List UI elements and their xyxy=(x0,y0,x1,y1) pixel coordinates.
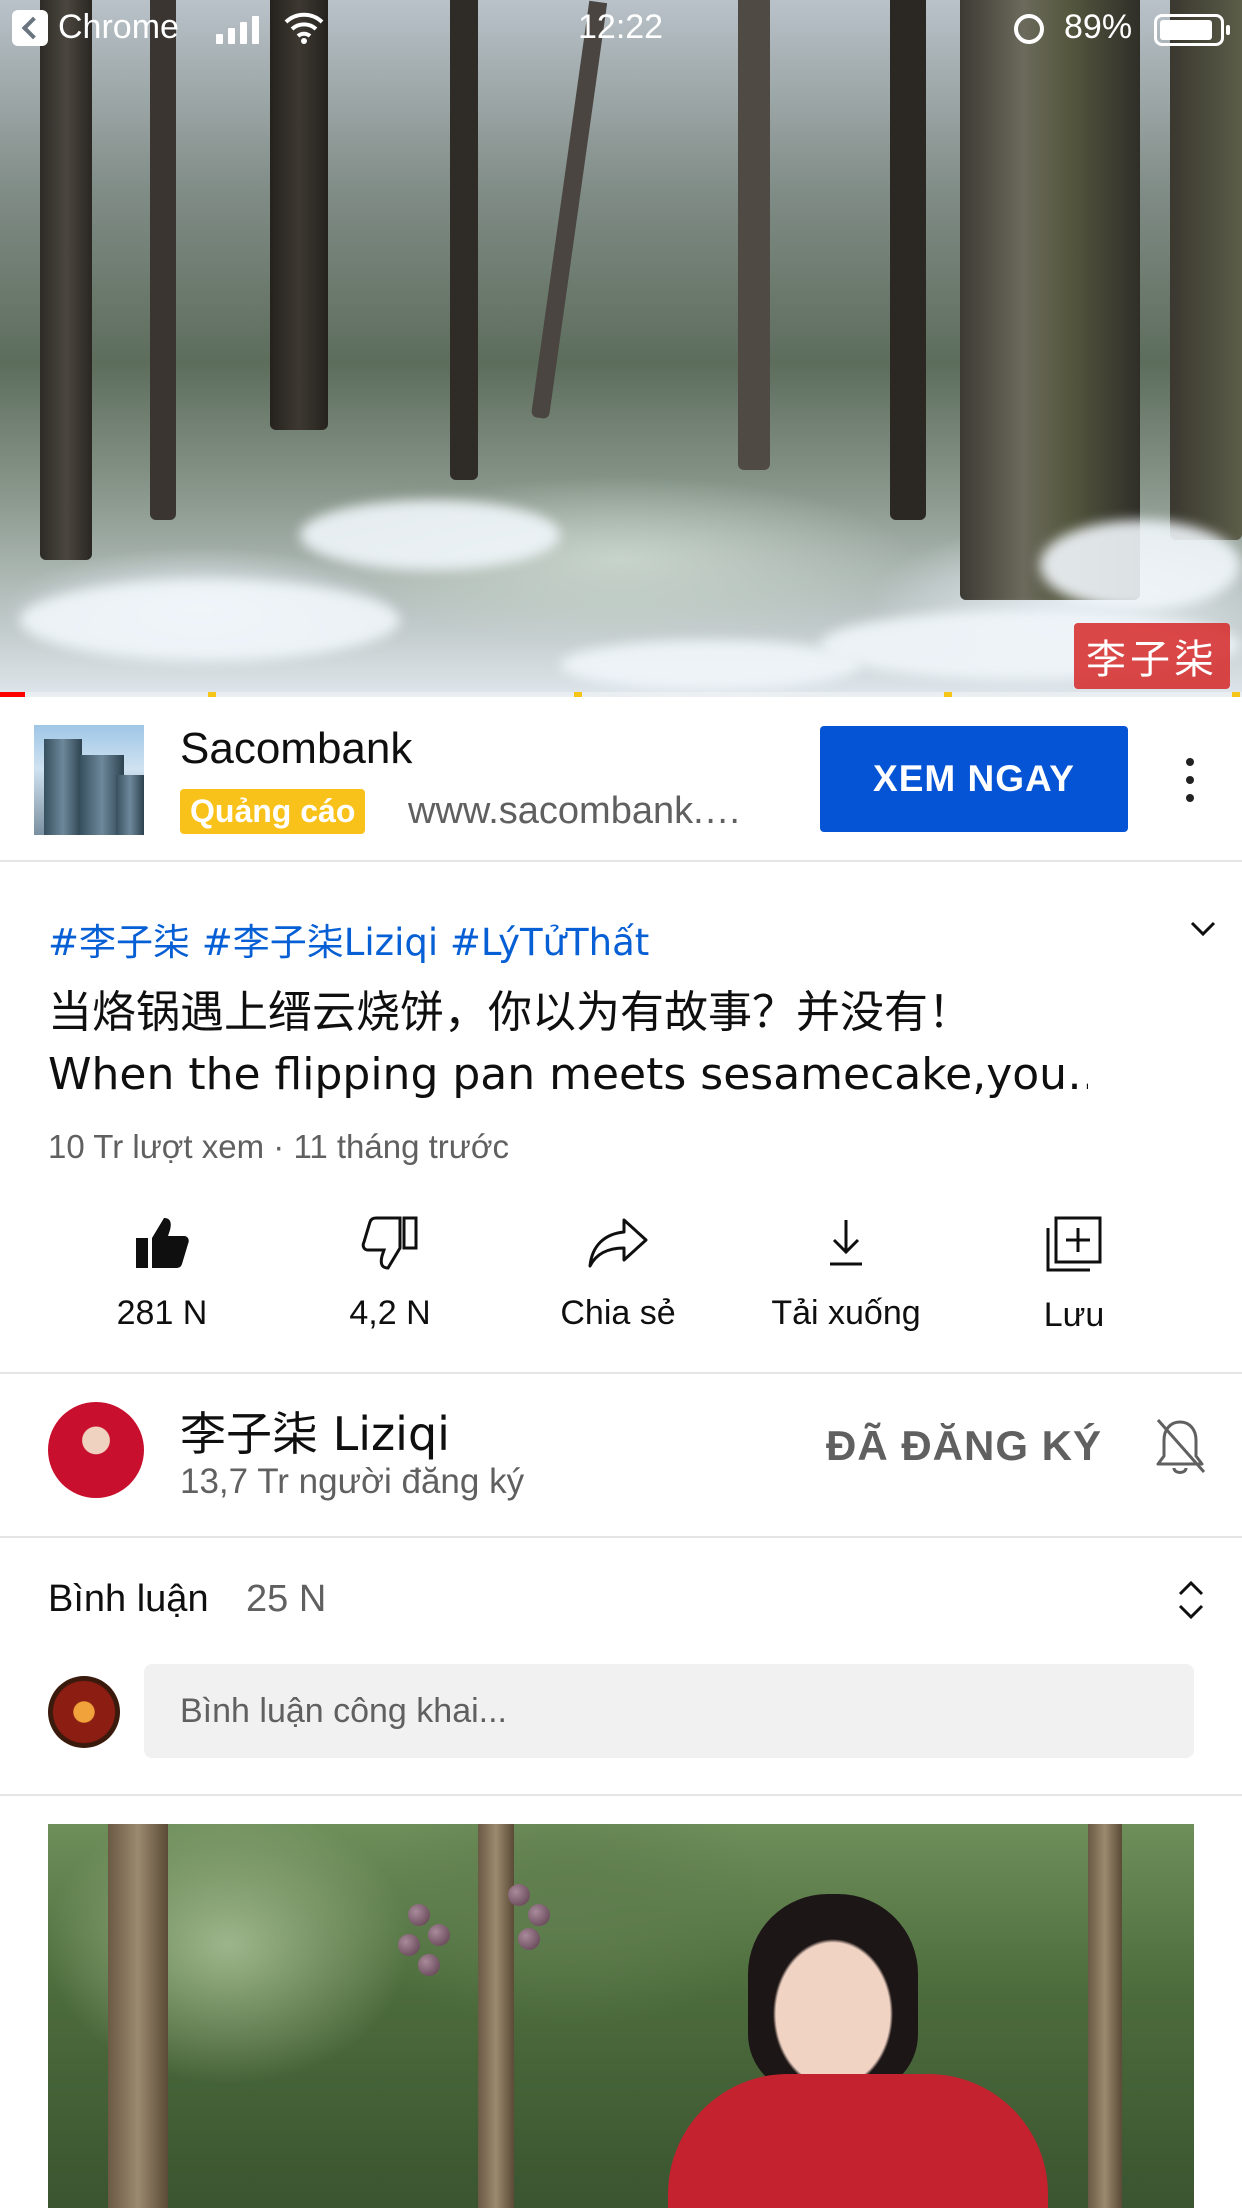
video-progress-fill xyxy=(0,692,25,697)
share-icon xyxy=(588,1218,648,1268)
video-frame-tree xyxy=(890,0,926,520)
comments-title: Bình luận xyxy=(48,1578,209,1620)
video-hashtags[interactable]: #李子柒 #李子柒Liziqi #LýTửThất xyxy=(48,912,649,966)
thumbnail-scenery xyxy=(478,1824,514,2208)
comments-section[interactable]: Bình luận 25 N xyxy=(0,1540,1242,1796)
dislike-button[interactable]: 4,2 N xyxy=(280,1214,500,1333)
video-frame-tree xyxy=(40,0,92,560)
video-player[interactable]: 李子柒 xyxy=(0,0,1242,697)
video-frame-snow xyxy=(1040,520,1240,610)
thumbnail-scenery xyxy=(1088,1824,1122,2208)
video-frame-tree xyxy=(1170,0,1242,540)
back-to-app[interactable]: Chrome xyxy=(12,8,179,47)
thumbnail-person xyxy=(668,2074,1048,2208)
ad-title[interactable]: Sacombank xyxy=(180,724,412,774)
save-label: Lưu xyxy=(1043,1296,1105,1334)
action-bar: 281 N 4,2 N Chia sẻ Tải xuống Lưu xyxy=(0,1196,1242,1374)
status-bar: Chrome 12:22 89% xyxy=(0,0,1242,62)
playlist-add-icon xyxy=(1046,1216,1102,1272)
dislike-count: 4,2 N xyxy=(349,1294,431,1332)
thumbnail-scenery xyxy=(108,1824,168,2208)
share-button[interactable]: Chia sẻ xyxy=(508,1214,728,1333)
comments-count: 25 N xyxy=(246,1578,327,1620)
thumbnail-scenery xyxy=(528,1904,550,1926)
ad-marker xyxy=(944,692,952,697)
signal-icon xyxy=(216,14,259,44)
thumbnail-scenery xyxy=(428,1924,450,1946)
thumbnail-scenery xyxy=(518,1928,540,1950)
video-frame-tree xyxy=(150,0,176,520)
clock: 12:22 xyxy=(578,8,664,46)
video-frame-snow xyxy=(20,580,400,660)
video-frame-tree xyxy=(738,0,770,470)
subscribed-button[interactable]: ĐÃ ĐĂNG KÝ xyxy=(826,1422,1102,1470)
video-title-line: 当烙锅遇上缙云烧饼，你以为有故事？并没有！ xyxy=(48,987,972,1038)
video-frame-tree xyxy=(530,0,608,420)
ad-url[interactable]: www.sacombank.… xyxy=(408,790,770,833)
video-frame-snow xyxy=(300,500,560,570)
back-icon xyxy=(12,9,48,46)
ad-thumbnail[interactable] xyxy=(34,725,144,835)
thumbnail-scenery xyxy=(398,1934,420,1956)
channel-name[interactable]: 李子柒 Liziqi xyxy=(180,1398,450,1464)
share-label: Chia sẻ xyxy=(560,1294,676,1332)
ad-cta-button[interactable]: XEM NGAY xyxy=(820,726,1128,832)
video-meta: 10 Tr lượt xem · 11 tháng trước xyxy=(48,1128,510,1165)
video-progress-bar[interactable] xyxy=(0,692,1242,697)
like-count: 281 N xyxy=(116,1294,208,1332)
wifi-icon xyxy=(284,12,324,44)
channel-row: 李子柒 Liziqi 13,7 Tr người đăng ký ĐÃ ĐĂNG… xyxy=(0,1376,1242,1538)
thumbnail-scenery xyxy=(408,1904,430,1926)
download-icon xyxy=(830,1220,862,1266)
video-title[interactable]: 当烙锅遇上缙云烧饼，你以为有故事？并没有！ When the flipping … xyxy=(48,982,1088,1106)
chevron-down-icon[interactable] xyxy=(1186,912,1220,946)
alarm-icon xyxy=(1014,14,1044,44)
ad-marker xyxy=(574,692,582,697)
thumbnail-scenery xyxy=(418,1954,440,1976)
video-title-line: When the flipping pan meets sesamecake,y… xyxy=(48,1049,1088,1100)
ad-banner[interactable]: Sacombank Quảng cáo www.sacombank.… XEM … xyxy=(0,698,1242,862)
battery-icon xyxy=(1154,14,1230,46)
thumb-down-icon xyxy=(361,1216,418,1270)
ad-marker xyxy=(208,692,216,697)
channel-watermark: 李子柒 xyxy=(1074,623,1230,689)
subscriber-count: 13,7 Tr người đăng ký xyxy=(180,1462,525,1501)
bell-off-icon[interactable] xyxy=(1152,1416,1208,1478)
like-button[interactable]: 281 N xyxy=(52,1214,272,1333)
ad-marker xyxy=(1232,692,1240,697)
user-avatar xyxy=(48,1676,120,1748)
thumbnail-scenery xyxy=(508,1884,530,1906)
comment-input[interactable] xyxy=(144,1664,1194,1758)
download-button[interactable]: Tải xuống xyxy=(736,1214,956,1333)
channel-avatar[interactable] xyxy=(48,1402,144,1498)
more-vert-icon[interactable] xyxy=(1176,758,1206,808)
download-label: Tải xuống xyxy=(771,1294,921,1332)
thumbnail-person xyxy=(748,1894,918,2094)
ad-badge: Quảng cáo xyxy=(180,789,366,834)
video-frame-tree xyxy=(270,0,328,430)
back-app-label: Chrome xyxy=(58,8,179,46)
video-frame-tree xyxy=(960,0,1140,600)
thumb-up-icon xyxy=(136,1218,189,1268)
video-frame-tree xyxy=(450,0,478,480)
next-video-thumbnail[interactable] xyxy=(48,1824,1194,2208)
unfold-icon[interactable] xyxy=(1176,1578,1206,1622)
video-frame-snow xyxy=(560,640,860,690)
battery-percent: 89% xyxy=(1064,8,1133,46)
save-button[interactable]: Lưu xyxy=(964,1214,1184,1335)
